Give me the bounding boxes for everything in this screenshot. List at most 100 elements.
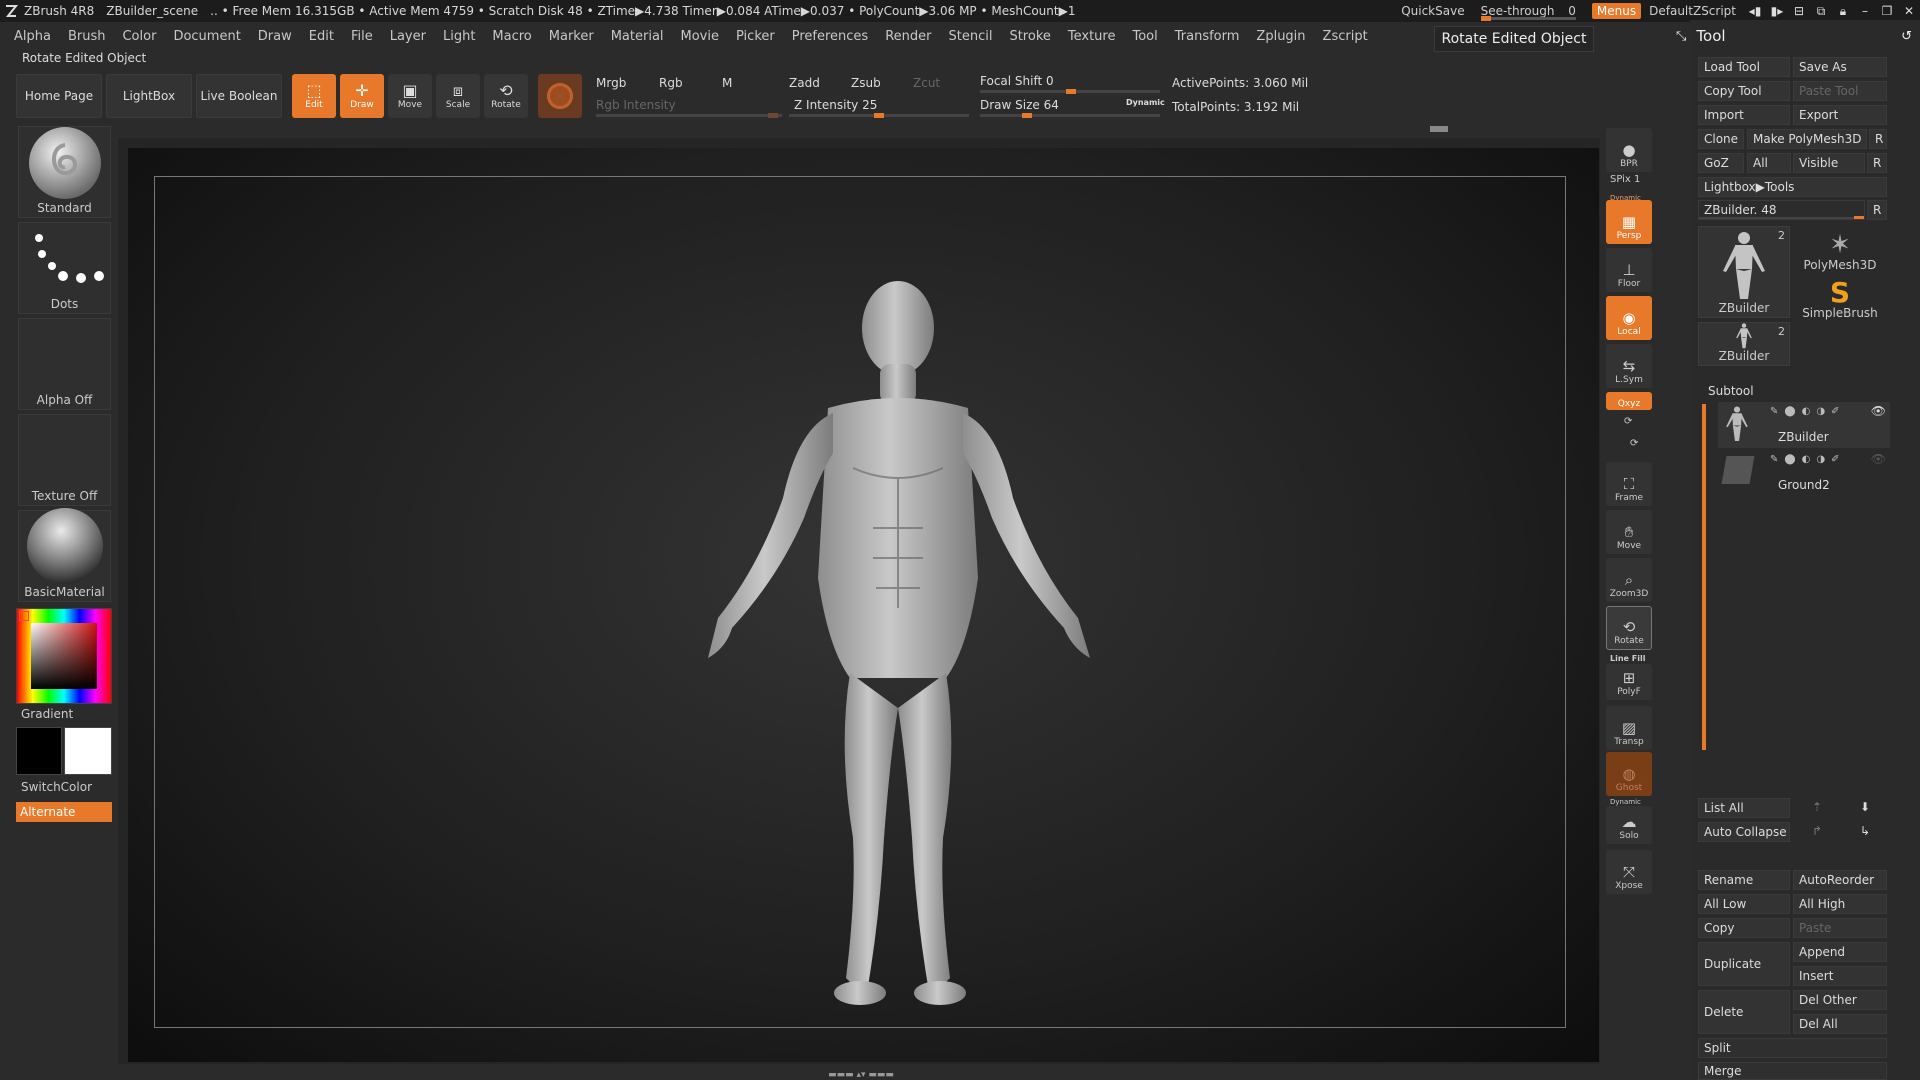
menu-movie[interactable]: Movie	[681, 29, 719, 44]
move-button[interactable]: ▣ Move	[388, 74, 432, 118]
make-polymesh-r-button[interactable]: R	[1869, 129, 1887, 149]
polypaint-icon[interactable]: ◐	[1802, 454, 1811, 465]
zbuilder-slider-knob[interactable]	[1854, 216, 1864, 219]
zbuilder-tool-slider[interactable]: ZBuilder. 48	[1698, 200, 1865, 220]
subtool-row-zbuilder[interactable]: ✎ ⬤ ◐ ◑ ✐ 👁︎ ZBuilder	[1718, 402, 1890, 448]
paste-subtool-button[interactable]: Paste	[1793, 918, 1887, 938]
menu-document[interactable]: Document	[173, 29, 240, 44]
color-picker[interactable]	[16, 608, 112, 704]
all-low-button[interactable]: All Low	[1698, 894, 1790, 914]
menu-zplugin[interactable]: Zplugin	[1256, 29, 1305, 44]
menu-marker[interactable]: Marker	[549, 29, 594, 44]
secondary-color-swatch[interactable]	[16, 727, 62, 775]
menu-render[interactable]: Render	[885, 29, 931, 44]
z-rotate-icon[interactable]: ⟳	[1630, 438, 1638, 449]
document-viewport[interactable]	[128, 148, 1599, 1062]
quicksave-button[interactable]: QuickSave	[1401, 4, 1464, 18]
append-button[interactable]: Append	[1793, 942, 1887, 962]
copy-subtool-button[interactable]: Copy	[1698, 918, 1790, 938]
bpr-button[interactable]: ● BPR	[1606, 128, 1652, 172]
menu-draw[interactable]: Draw	[258, 29, 292, 44]
zsub-button[interactable]: Zsub	[851, 76, 881, 90]
windows-icon[interactable]: ⧉	[1810, 4, 1832, 19]
y-rotate-icon[interactable]: ⟳	[1624, 416, 1632, 427]
m-button[interactable]: M	[722, 76, 732, 90]
focal-shift-slider[interactable]: Focal Shift 0	[980, 74, 1054, 88]
viewport-scrollbar[interactable]	[118, 125, 1598, 133]
menu-brush[interactable]: Brush	[68, 29, 106, 44]
z-intensity-knob[interactable]	[874, 113, 884, 118]
frame-button[interactable]: ⛶ Frame	[1606, 462, 1652, 506]
del-all-button[interactable]: Del All	[1793, 1014, 1887, 1034]
live-boolean-button[interactable]: Live Boolean	[196, 74, 282, 118]
menu-layer[interactable]: Layer	[390, 29, 426, 44]
draw-size-slider[interactable]: Draw Size 64	[980, 98, 1059, 112]
insert-button[interactable]: Insert	[1793, 966, 1887, 986]
menu-macro[interactable]: Macro	[492, 29, 531, 44]
material-selector[interactable]: BasicMaterial	[18, 508, 111, 602]
layout-left-icon[interactable]: ◂▮	[1744, 4, 1766, 18]
scrollbar-thumb[interactable]	[1430, 126, 1448, 132]
menu-tool[interactable]: Tool	[1132, 29, 1157, 44]
polypaint-icon[interactable]: ◐	[1802, 406, 1811, 417]
zcut-button[interactable]: Zcut	[913, 76, 940, 90]
menu-stroke[interactable]: Stroke	[1009, 29, 1050, 44]
autoreorder-button[interactable]: AutoReorder	[1793, 870, 1887, 890]
rotate-button[interactable]: ⟲ Rotate	[484, 74, 528, 118]
move-down-arrow-icon[interactable]: ⬇	[1860, 800, 1870, 814]
stroke-selector[interactable]: Dots	[18, 222, 111, 314]
draw-button[interactable]: ✛ Draw	[340, 74, 384, 118]
menus-toggle-button[interactable]: Menus	[1591, 3, 1642, 19]
menu-zscript[interactable]: Zscript	[1323, 29, 1368, 44]
menu-transform[interactable]: Transform	[1175, 29, 1240, 44]
menu-material[interactable]: Material	[611, 29, 664, 44]
minimize-icon[interactable]: –	[1854, 4, 1876, 18]
alternate-toggle[interactable]: Alternate	[16, 802, 112, 822]
list-all-button[interactable]: List All	[1698, 798, 1790, 818]
lsym-button[interactable]: ⇆ L.Sym	[1606, 344, 1652, 388]
move-up-arrow-icon[interactable]: ⇡	[1812, 800, 1822, 814]
rotate-view-button[interactable]: ⟲ Rotate	[1606, 606, 1652, 650]
tool-thumb-polymesh3d[interactable]: ✶ PolyMesh3D	[1794, 226, 1886, 272]
menu-color[interactable]: Color	[122, 29, 156, 44]
local-button[interactable]: ◉ Local	[1606, 296, 1652, 340]
color-picker-square[interactable]	[31, 623, 97, 689]
spix-slider[interactable]: SPix 1	[1610, 174, 1640, 185]
human-base-mesh-model[interactable]	[628, 278, 1168, 1018]
xyz-rotate-button[interactable]: Qxyz	[1606, 392, 1652, 410]
rgb-intensity-slider[interactable]: Rgb Intensity	[596, 98, 676, 112]
make-polymesh3d-button[interactable]: Make PolyMesh3D	[1747, 129, 1867, 149]
transp-button[interactable]: ▨ Transp	[1606, 706, 1652, 750]
save-as-button[interactable]: Save As	[1793, 57, 1887, 77]
clone-button[interactable]: Clone	[1698, 129, 1744, 149]
close-icon[interactable]: ✕	[1898, 4, 1920, 18]
xpose-button[interactable]: ⤧ Xpose	[1606, 850, 1652, 894]
texture-selector[interactable]: Texture Off	[18, 414, 111, 506]
ghost-button[interactable]: ◍ Ghost	[1606, 752, 1652, 796]
goz-visible-button[interactable]: Visible	[1793, 153, 1865, 173]
goz-button[interactable]: GoZ	[1698, 153, 1744, 173]
see-through-slider[interactable]: See-through 0	[1480, 4, 1576, 21]
z-intensity-slider[interactable]: Z Intensity 25	[794, 98, 877, 112]
auto-collapse-button[interactable]: Auto Collapse	[1698, 822, 1790, 842]
brush-selector[interactable]: Standard	[18, 126, 111, 218]
dynamic-toggle[interactable]: Dynamic	[1126, 98, 1165, 107]
layout-right-icon[interactable]: ▮▸	[1766, 4, 1788, 18]
toggle-icon[interactable]: ⬤	[1784, 454, 1795, 465]
goz-all-button[interactable]: All	[1747, 153, 1791, 173]
arrow-down-right-icon[interactable]: ↳	[1860, 824, 1870, 838]
paste-tool-button[interactable]: Paste Tool	[1793, 81, 1887, 101]
polyf-button[interactable]: ⊞ PolyF	[1606, 664, 1652, 700]
main-color-swatch[interactable]	[64, 727, 112, 775]
switch-color-button[interactable]: SwitchColor	[21, 780, 92, 794]
menu-edit[interactable]: Edit	[309, 29, 334, 44]
home-page-button[interactable]: Home Page	[16, 74, 102, 118]
floor-button[interactable]: ⊥ Floor	[1606, 248, 1652, 292]
toggle-icon[interactable]: ⬤	[1784, 406, 1795, 417]
menu-picker[interactable]: Picker	[736, 29, 775, 44]
zadd-button[interactable]: Zadd	[789, 76, 820, 90]
del-other-button[interactable]: Del Other	[1793, 990, 1887, 1010]
menu-preferences[interactable]: Preferences	[792, 29, 868, 44]
visibility-eye-icon[interactable]: 👁︎	[1871, 452, 1886, 466]
split-section-header[interactable]: Split	[1698, 1038, 1887, 1058]
